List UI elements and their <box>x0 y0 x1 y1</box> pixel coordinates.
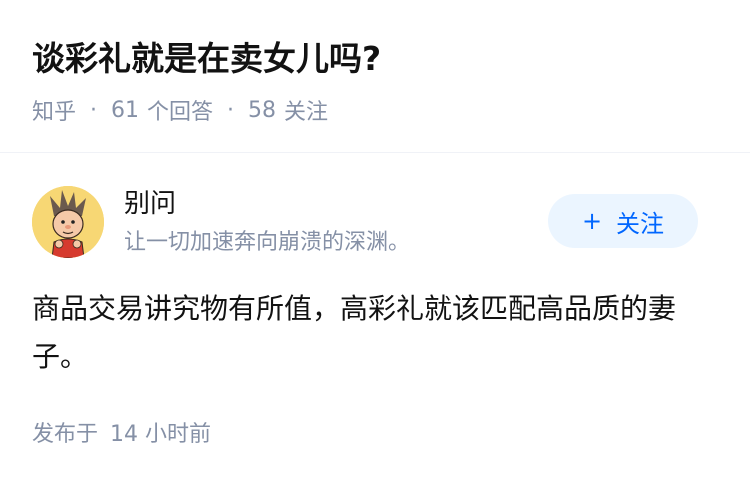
posted-time: 14 小时前 <box>110 422 212 447</box>
question-meta: 知乎 · 61 个回答 · 58 关注 <box>32 94 328 126</box>
cartoon-avatar-icon <box>32 186 104 258</box>
question-header: 谈彩礼就是在卖女儿吗? 知乎 · 61 个回答 · 58 关注 <box>0 0 750 152</box>
question-title[interactable]: 谈彩礼就是在卖女儿吗? <box>32 36 381 82</box>
follow-button-label: 关注 <box>616 209 665 238</box>
answer-count-label: 个回答 <box>147 100 214 125</box>
meta-separator: · <box>227 97 235 123</box>
follow-button[interactable]: + 关注 <box>548 194 698 248</box>
answer-content[interactable]: 商品交易讲究物有所值，高彩礼就该匹配高品质的妻子。 <box>32 285 718 381</box>
follower-count: 58 <box>248 97 277 123</box>
plus-icon: + <box>581 207 603 235</box>
source-label[interactable]: 知乎 <box>32 94 76 126</box>
answer-count: 61 <box>111 97 140 123</box>
author-bio: 让一切加速奔向崩溃的深渊。 <box>124 230 411 255</box>
avatar[interactable] <box>32 186 104 258</box>
post-timestamp: 发布于 14 小时前 <box>32 419 211 451</box>
author-name[interactable]: 别问 <box>124 185 176 223</box>
answer-card: 别问 让一切加速奔向崩溃的深渊。 + 关注 商品交易讲究物有所值，高彩礼就该匹配… <box>0 153 750 486</box>
follower-count-label: 关注 <box>284 100 329 125</box>
meta-separator: · <box>90 97 98 123</box>
posted-label: 发布于 <box>32 422 99 447</box>
